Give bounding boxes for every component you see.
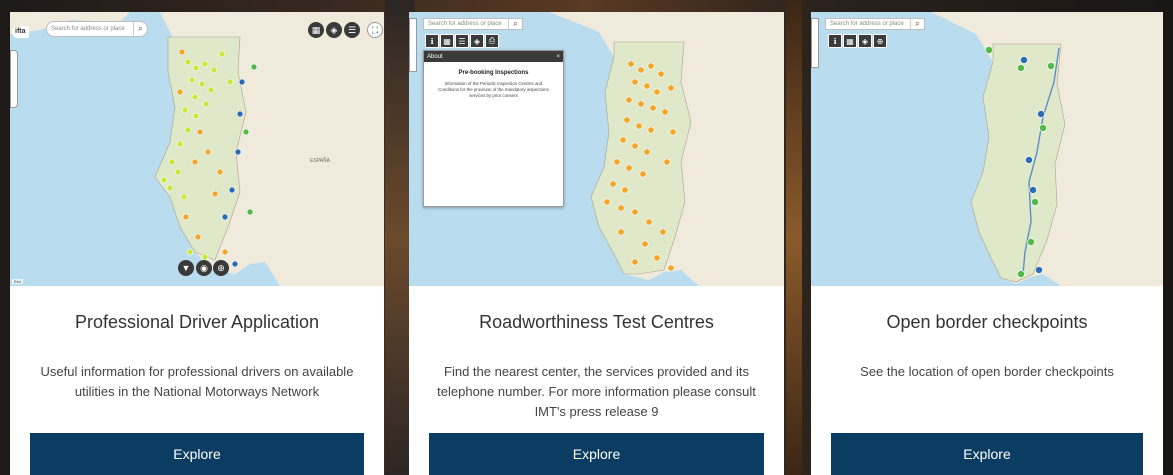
about-panel-header: About × <box>424 51 563 62</box>
location-icon[interactable]: ◉ <box>196 260 212 276</box>
card-title: Roadworthiness Test Centres <box>479 312 714 332</box>
map-attribution: Esri <box>12 279 23 284</box>
map-preview[interactable]: Search for address or place ⌕ ℹ ▦ ☰ ◈ ⎙ … <box>409 12 784 286</box>
app-card-professional-driver: ESPAÑA ifta Search for address or place … <box>10 12 384 475</box>
print-icon[interactable]: ⎙ <box>485 34 499 48</box>
app-card-roadworthiness: Search for address or place ⌕ ℹ ▦ ☰ ◈ ⎙ … <box>409 12 784 475</box>
map-search-input[interactable]: Search for address or place ⌕ <box>46 21 148 37</box>
app-card-border-checkpoints: Search for address or place ⌕ ℹ ▦ ◈ ⊕ Op… <box>811 12 1163 475</box>
map-search-placeholder: Search for address or place <box>51 26 125 32</box>
background-streak <box>786 0 802 475</box>
map-preview[interactable]: ESPAÑA ifta Search for address or place … <box>10 12 384 286</box>
zoom-control[interactable] <box>10 50 18 108</box>
info-icon[interactable]: ℹ <box>425 34 439 48</box>
explore-button[interactable]: Explore <box>429 433 764 475</box>
search-area-icon[interactable]: ⊕ <box>213 260 229 276</box>
search-icon[interactable]: ⌕ <box>133 22 147 36</box>
about-panel: About × Pre-booking Inspections Informat… <box>423 50 564 207</box>
explore-button[interactable]: Explore <box>30 433 364 475</box>
close-icon[interactable]: × <box>556 54 560 60</box>
info-icon[interactable]: ℹ <box>828 34 842 48</box>
search-area-icon[interactable]: ⊕ <box>873 34 887 48</box>
list-icon[interactable]: ☰ <box>455 34 469 48</box>
app-logo: ifta <box>12 26 29 38</box>
zoom-control[interactable] <box>409 18 417 72</box>
map-canvas <box>811 12 1163 286</box>
search-icon[interactable]: ⌕ <box>910 19 924 29</box>
map-preview[interactable]: Search for address or place ⌕ ℹ ▦ ◈ ⊕ <box>811 12 1163 286</box>
card-title: Professional Driver Application <box>74 312 320 332</box>
filter-icon[interactable]: ▼ <box>178 260 194 276</box>
grid-view-icon[interactable]: ▦ <box>308 22 324 38</box>
layers-icon[interactable]: ◈ <box>326 22 342 38</box>
explore-button[interactable]: Explore <box>831 433 1143 475</box>
card-description: Find the nearest center, the services pr… <box>437 364 756 419</box>
list-icon[interactable]: ☰ <box>344 22 360 38</box>
search-icon[interactable]: ⌕ <box>508 19 522 29</box>
about-panel-heading: About <box>427 53 443 60</box>
map-search-placeholder: Search for address or place <box>830 21 904 27</box>
fullscreen-icon[interactable]: ⛶ <box>367 22 383 38</box>
card-description: See the location of open border checkpoi… <box>860 364 1114 379</box>
about-panel-title: Pre-booking Inspections <box>458 70 529 76</box>
grid-view-icon[interactable]: ▦ <box>843 34 857 48</box>
layers-icon[interactable]: ◈ <box>858 34 872 48</box>
card-title: Open border checkpoints <box>886 312 1088 332</box>
about-panel-text: Information of the Periodic Inspection C… <box>438 81 549 99</box>
map-search-placeholder: Search for address or place <box>428 21 502 27</box>
card-description: Useful information for professional driv… <box>40 364 354 399</box>
zoom-control[interactable] <box>811 18 819 68</box>
grid-view-icon[interactable]: ▦ <box>440 34 454 48</box>
layers-icon[interactable]: ◈ <box>470 34 484 48</box>
map-canvas: ESPAÑA <box>10 12 384 286</box>
svg-text:ESPAÑA: ESPAÑA <box>310 157 331 164</box>
map-search-input[interactable]: Search for address or place ⌕ <box>825 18 925 30</box>
map-search-input[interactable]: Search for address or place ⌕ <box>423 18 523 30</box>
